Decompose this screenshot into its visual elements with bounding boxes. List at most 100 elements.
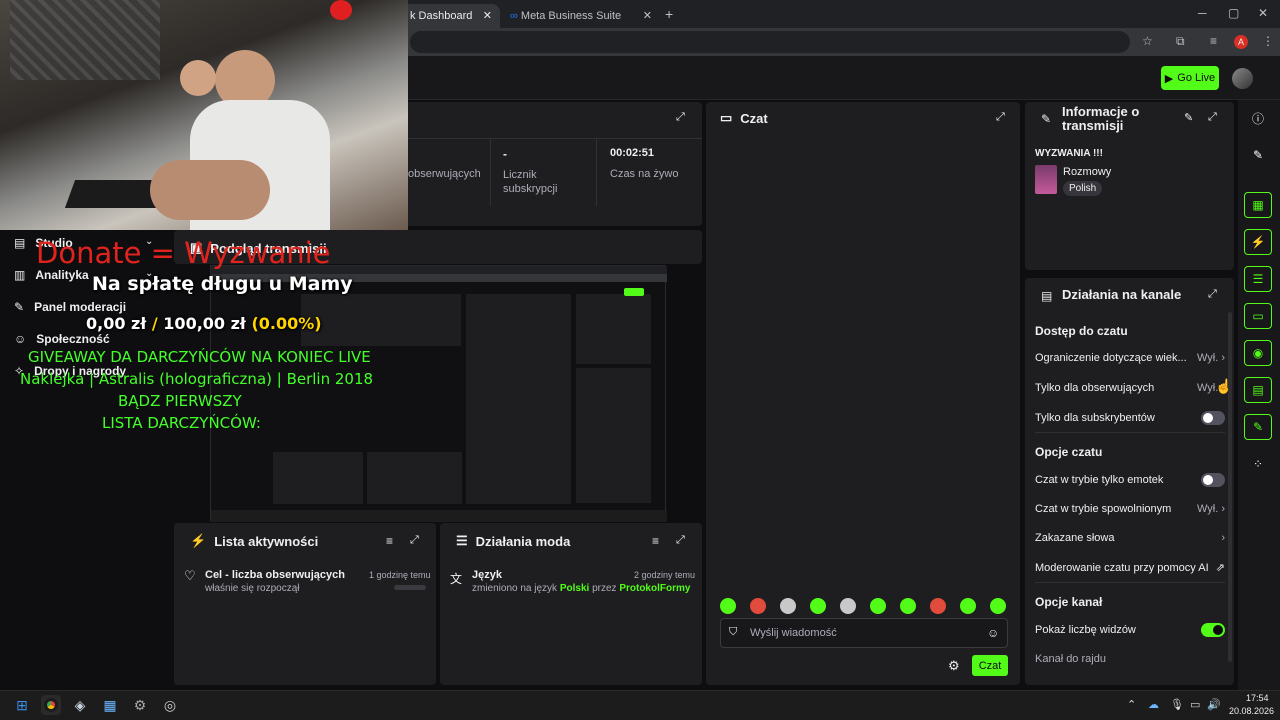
age-limit-row[interactable]: Ograniczenie dotyczące wiek... Wył. ›	[1035, 352, 1225, 364]
new-tab-icon[interactable]: +	[665, 6, 673, 22]
go-live-button[interactable]: ▶ Go Live	[1161, 66, 1219, 90]
chat-send-button[interactable]: Czat	[972, 655, 1008, 676]
mod-item-prefix: zmieniono na język	[472, 583, 558, 594]
subs-only-toggle[interactable]	[1201, 411, 1225, 425]
emote-only-label: Czat w trybie tylko emotek	[1035, 474, 1164, 486]
emoji-icon[interactable]: ☺	[987, 626, 999, 640]
obs-icon[interactable]: ◎	[160, 695, 180, 715]
donate-overlay: Donate = Wyzwanie	[36, 236, 331, 270]
clock-time[interactable]: 17:54	[1246, 693, 1269, 703]
age-limit-value: Wył.	[1196, 352, 1219, 364]
mod-item-user[interactable]: ProtokolFormy	[619, 583, 690, 594]
graffiti-wall	[10, 0, 160, 80]
emote-icon[interactable]	[810, 598, 826, 614]
slow-mode-label: Czat w trybie spowolnionym	[1035, 503, 1172, 515]
slow-mode-row[interactable]: Czat w trybie spowolnionym Wył. ›	[1035, 503, 1225, 515]
pencil-icon[interactable]: ✎	[1244, 142, 1272, 168]
preview-taskbar	[211, 510, 667, 522]
cloud-icon[interactable]: ☁	[1148, 698, 1159, 711]
close-icon[interactable]: ✕	[483, 9, 492, 22]
filter-icon[interactable]: ≡	[386, 534, 393, 548]
info-icon[interactable]: ⓘ	[1244, 105, 1272, 131]
lightning-widget-icon[interactable]: ⚡	[1244, 229, 1272, 255]
emote-icon[interactable]	[780, 598, 796, 614]
emote-icon[interactable]	[960, 598, 976, 614]
broadcast-widget-icon[interactable]: ◉	[1244, 340, 1272, 366]
profile-icon[interactable]: A	[1234, 35, 1248, 49]
edit-icon[interactable]: ✎	[1184, 111, 1193, 124]
menu-kebab-icon[interactable]: ⋮	[1262, 34, 1274, 48]
emote-icon[interactable]	[930, 598, 946, 614]
omnibox[interactable]	[410, 31, 1130, 53]
emote-icon[interactable]	[720, 598, 736, 614]
list-widget-icon[interactable]: ☰	[1244, 266, 1272, 292]
banned-words-row[interactable]: Zakazane słowa ›	[1035, 532, 1225, 544]
wrench-widget-icon[interactable]: ✎	[1244, 414, 1272, 440]
emote-icon[interactable]	[990, 598, 1006, 614]
ai-mod-label: Moderowanie czatu przy pomocy AI	[1035, 561, 1209, 574]
settings-icon[interactable]: ⚙	[130, 695, 150, 715]
gear-icon[interactable]: ⚙	[948, 658, 960, 674]
windows-start-icon[interactable]: ⊞	[12, 695, 32, 715]
bookmark-star-icon[interactable]: ☆	[1142, 34, 1153, 48]
chat-widget-icon[interactable]: ▭	[1244, 303, 1272, 329]
avatar[interactable]	[1232, 68, 1253, 89]
chevron-right-icon: ›	[1221, 532, 1225, 544]
emote-icon[interactable]	[840, 598, 856, 614]
expand-icon[interactable]: ⤢	[676, 111, 685, 124]
preview-activity	[273, 452, 363, 504]
lightning-icon: ⚡	[190, 533, 207, 548]
chrome-icon[interactable]	[41, 695, 61, 715]
expand-icon[interactable]: ⤢	[996, 111, 1005, 124]
subs-only-label: Tylko dla subskrybentów	[1035, 412, 1155, 424]
category-name[interactable]: Rozmowy	[1063, 166, 1111, 178]
emote-icon[interactable]	[900, 598, 916, 614]
close-icon[interactable]: ✕	[643, 9, 652, 22]
network-icon[interactable]: ▭	[1190, 698, 1200, 711]
expand-icon[interactable]: ⤢	[1208, 288, 1217, 301]
expand-icon[interactable]: ⤢	[410, 534, 419, 547]
photos-icon[interactable]: ▦	[100, 695, 120, 715]
steam-icon[interactable]: ◈	[70, 695, 90, 715]
nav-item-community[interactable]: ☺ Społeczność	[14, 332, 110, 346]
nav-item-moderation[interactable]: ✎ Panel moderacji	[14, 300, 126, 314]
tab-dashboard[interactable]: k Dashboard ✕	[400, 4, 500, 28]
stream-preview[interactable]	[210, 265, 667, 522]
actions-widget-icon[interactable]: ▤	[1244, 377, 1272, 403]
minimize-icon[interactable]: ─	[1198, 6, 1207, 20]
expand-icon[interactable]: ⤢	[676, 534, 685, 547]
viewer-count-row: Pokaż liczbę widzów	[1035, 623, 1225, 637]
add-widget-icon[interactable]: ⁘	[1244, 451, 1272, 477]
filter-icon[interactable]: ≡	[652, 534, 659, 548]
expand-icon[interactable]: ⤢	[1208, 111, 1217, 124]
window-close-icon[interactable]: ✕	[1258, 6, 1268, 20]
stats-widget-icon[interactable]: ▦	[1244, 192, 1272, 218]
community-icon: ☺	[14, 332, 27, 346]
reading-list-icon[interactable]: ≡	[1210, 34, 1217, 48]
external-link-icon: ⇗	[1215, 562, 1225, 574]
clock-date[interactable]: 20.08.2026	[1229, 706, 1274, 716]
cursor-icon: ☝	[1215, 378, 1233, 394]
emote-only-toggle[interactable]	[1201, 473, 1225, 487]
chevron-right-icon: ›	[1221, 352, 1225, 364]
mic-icon[interactable]: 🎙	[1170, 698, 1184, 711]
emote-icon[interactable]	[870, 598, 886, 614]
donors-text: LISTA DARCZYŃCÓW:	[102, 414, 261, 432]
viewer-count-toggle[interactable]	[1201, 623, 1225, 637]
followers-only-row[interactable]: Tylko dla obserwujących Wył. ›	[1035, 382, 1225, 394]
extensions-icon[interactable]: ⧉	[1176, 34, 1185, 49]
tab-meta[interactable]: ∞ Meta Business Suite ✕	[500, 4, 660, 28]
age-limit-value-group: Wył. ›	[1197, 352, 1225, 364]
volume-icon[interactable]: 🔊	[1207, 698, 1221, 711]
activity-progress	[394, 585, 426, 590]
maximize-icon[interactable]: ▢	[1228, 6, 1239, 20]
nav-item-analytics[interactable]: ▥ Analityka	[14, 268, 89, 282]
modactions-header: ☰ Działania moda	[456, 533, 570, 549]
goal-percent: (0.00%)	[251, 314, 322, 333]
tray-chevron-icon[interactable]: ⌃	[1127, 698, 1136, 711]
scrollbar[interactable]	[1228, 312, 1232, 662]
ai-mod-row[interactable]: Moderowanie czatu przy pomocy AI ⇗	[1035, 561, 1225, 575]
emote-icon[interactable]	[750, 598, 766, 614]
slow-mode-value: Wył.	[1196, 503, 1219, 515]
category-thumbnail	[1035, 165, 1057, 194]
